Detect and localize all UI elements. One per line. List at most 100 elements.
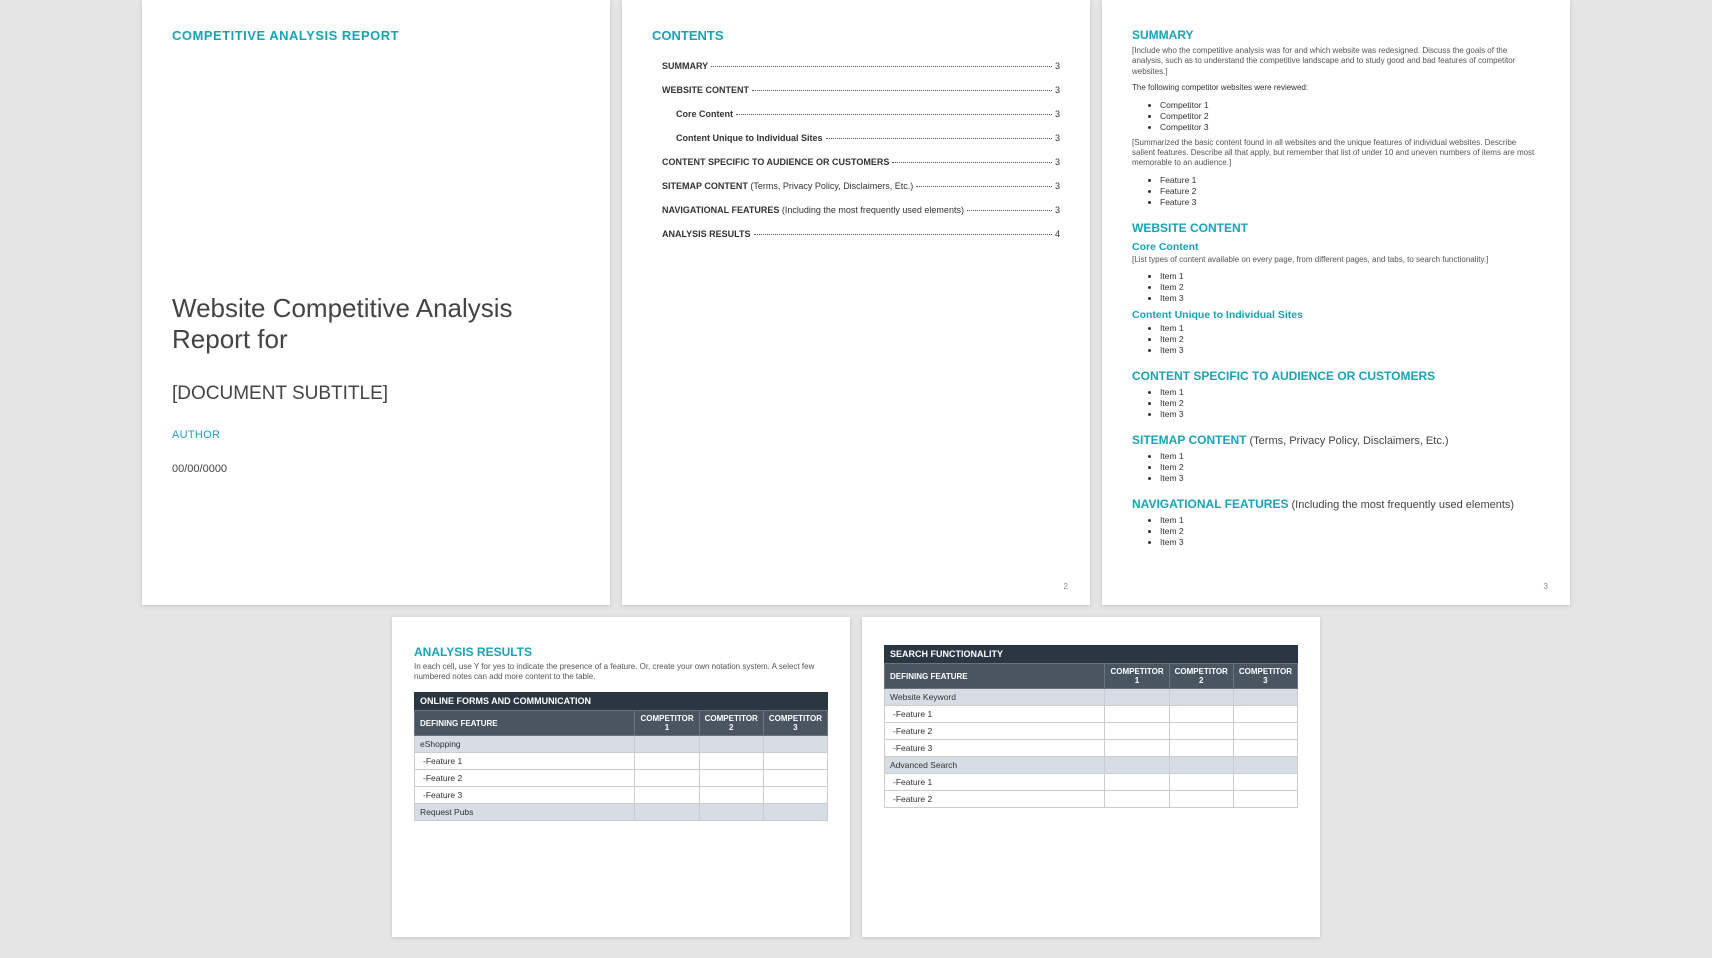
nav-heading: NAVIGATIONAL FEATURES (Including the mos…: [1132, 497, 1540, 511]
list-item: Competitor 2: [1160, 111, 1540, 121]
list-item: Item 3: [1160, 293, 1540, 303]
table-cell: [763, 736, 827, 753]
audience-item-list: Item 1Item 2Item 3: [1132, 387, 1540, 419]
list-item: Feature 3: [1160, 197, 1540, 207]
summary-heading: SUMMARY: [1132, 28, 1540, 42]
table-cell: [1233, 774, 1297, 791]
table-cell: [1105, 740, 1169, 757]
list-item: Item 2: [1160, 526, 1540, 536]
summary-intro: [Include who the competitive analysis wa…: [1132, 46, 1540, 77]
table-group-online-forms: ONLINE FORMS AND COMMUNICATION: [414, 692, 828, 710]
table-cell: [763, 787, 827, 804]
table-cell: [1105, 774, 1169, 791]
analysis-desc: In each cell, use Y for yes to indicate …: [414, 662, 828, 682]
table-group-search: SEARCH FUNCTIONALITY: [884, 645, 1298, 663]
table-cell: [699, 770, 763, 787]
toc-leader: [754, 234, 1052, 235]
nav-heading-note: (Including the most frequently used elem…: [1288, 499, 1514, 511]
table-cell: [1105, 757, 1169, 774]
table-cell-feature: Request Pubs: [415, 804, 635, 821]
table-row: -Feature 2: [415, 770, 828, 787]
sitemap-heading-note: (Terms, Privacy Policy, Disclaimers, Etc…: [1246, 435, 1448, 447]
unique-content-heading: Content Unique to Individual Sites: [1132, 309, 1540, 321]
cover-subtitle: [DOCUMENT SUBTITLE]: [172, 383, 580, 405]
table-cell: [1169, 723, 1233, 740]
table-cell: [763, 753, 827, 770]
toc-note: (Terms, Privacy Policy, Disclaimers, Etc…: [748, 181, 913, 191]
table-cell: [1233, 757, 1297, 774]
list-item: Item 2: [1160, 462, 1540, 472]
website-content-heading: WEBSITE CONTENT: [1132, 221, 1540, 235]
page-analysis-1: ANALYSIS RESULTS In each cell, use Y for…: [392, 617, 850, 937]
table-cell: [1105, 723, 1169, 740]
sitemap-heading: SITEMAP CONTENT (Terms, Privacy Policy, …: [1132, 433, 1540, 447]
table-header: COMPETITOR 3: [1233, 664, 1297, 689]
sitemap-item-list: Item 1Item 2Item 3: [1132, 451, 1540, 483]
list-item: Item 1: [1160, 387, 1540, 397]
table-cell: [1233, 689, 1297, 706]
analysis-table-search: DEFINING FEATURECOMPETITOR 1COMPETITOR 2…: [884, 663, 1298, 808]
table-cell: [763, 770, 827, 787]
toc-leader: [736, 114, 1052, 115]
table-cell: [1233, 723, 1297, 740]
cover-date: 00/00/0000: [172, 463, 580, 475]
table-cell-feature: -Feature 1: [885, 774, 1105, 791]
toc-label: SUMMARY: [662, 61, 708, 71]
table-cell: [1233, 791, 1297, 808]
table-cell-feature: eShopping: [415, 736, 635, 753]
table-row: -Feature 1: [885, 774, 1298, 791]
toc-entry: WEBSITE CONTENT 3: [652, 85, 1060, 95]
cover-header: COMPETITIVE ANALYSIS REPORT: [172, 28, 580, 43]
toc-entry: Core Content3: [652, 109, 1060, 119]
toc-leader: [711, 66, 1052, 67]
table-row: -Feature 2: [885, 791, 1298, 808]
toc-label: Content Unique to Individual Sites: [676, 133, 823, 143]
table-header: COMPETITOR 3: [763, 711, 827, 736]
toc-entry: CONTENT SPECIFIC TO AUDIENCE OR CUSTOMER…: [652, 157, 1060, 167]
nav-heading-label: NAVIGATIONAL FEATURES: [1132, 497, 1288, 511]
table-cell: [1169, 740, 1233, 757]
unique-item-list: Item 1Item 2Item 3: [1132, 323, 1540, 355]
summary-summarized: [Summarized the basic content found in a…: [1132, 138, 1540, 169]
table-header: COMPETITOR 1: [635, 711, 699, 736]
table-row: Advanced Search: [885, 757, 1298, 774]
page-number: 2: [1064, 582, 1068, 591]
page-body: SUMMARY [Include who the competitive ana…: [1102, 0, 1570, 605]
sitemap-heading-label: SITEMAP CONTENT: [1132, 433, 1246, 447]
list-item: Item 3: [1160, 473, 1540, 483]
table-cell: [1169, 757, 1233, 774]
core-content-desc: [List types of content available on ever…: [1132, 255, 1540, 265]
toc-page: 4: [1055, 229, 1060, 239]
cover-author: AUTHOR: [172, 429, 580, 441]
toc-label: WEBSITE CONTENT: [662, 85, 749, 95]
toc-entry: SITEMAP CONTENT (Terms, Privacy Policy, …: [652, 181, 1060, 191]
list-item: Feature 2: [1160, 186, 1540, 196]
table-cell: [699, 804, 763, 821]
table-cell: [635, 753, 699, 770]
list-item: Competitor 3: [1160, 122, 1540, 132]
core-content-heading: Core Content: [1132, 241, 1540, 253]
list-item: Item 2: [1160, 282, 1540, 292]
feature-list: Feature 1Feature 2Feature 3: [1132, 175, 1540, 207]
toc-leader: [892, 162, 1052, 163]
page-contents: CONTENTS SUMMARY3WEBSITE CONTENT3Core Co…: [622, 0, 1090, 605]
toc-page: 3: [1055, 205, 1060, 215]
table-row: -Feature 3: [885, 740, 1298, 757]
toc-entry: ANALYSIS RESULTS4: [652, 229, 1060, 239]
list-item: Item 1: [1160, 515, 1540, 525]
table-cell-feature: -Feature 2: [885, 791, 1105, 808]
table-row: -Feature 1: [885, 706, 1298, 723]
nav-item-list: Item 1Item 2Item 3: [1132, 515, 1540, 547]
toc-page: 3: [1055, 85, 1060, 95]
table-header: DEFINING FEATURE: [885, 664, 1105, 689]
core-item-list: Item 1Item 2Item 3: [1132, 271, 1540, 303]
table-cell: [699, 736, 763, 753]
table-row: Website Keyword: [885, 689, 1298, 706]
list-item: Item 1: [1160, 323, 1540, 333]
table-cell-feature: -Feature 2: [885, 723, 1105, 740]
toc-leader: [916, 186, 1052, 187]
toc-page: 3: [1055, 181, 1060, 191]
table-cell: [1169, 791, 1233, 808]
table-cell-feature: -Feature 1: [885, 706, 1105, 723]
competitor-list: Competitor 1Competitor 2Competitor 3: [1132, 100, 1540, 132]
